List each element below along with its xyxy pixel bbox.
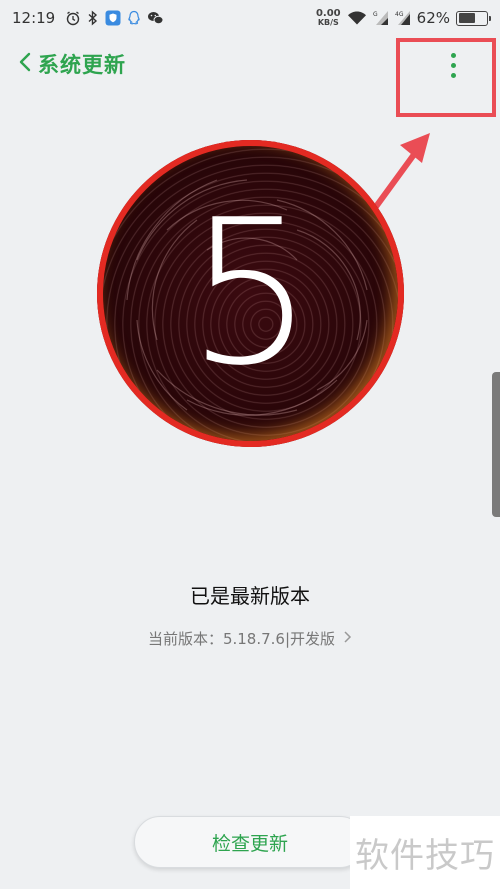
battery-percent: 62%	[416, 9, 450, 27]
alarm-icon	[65, 10, 81, 26]
security-icon	[105, 10, 121, 26]
version-hero-graphic: 5	[97, 140, 404, 447]
status-time: 12:19	[12, 9, 56, 27]
net-speed: 0.00 KB/S	[315, 8, 341, 28]
svg-text:4G: 4G	[395, 11, 404, 18]
check-update-button[interactable]: 检查更新	[134, 816, 366, 868]
wifi-icon	[347, 10, 367, 26]
edge-scroll-handle[interactable]	[492, 372, 500, 517]
signal-icon: G	[373, 10, 389, 26]
current-version-row[interactable]: 当前版本：5.18.7.6|开发版	[0, 628, 500, 649]
qq-icon	[127, 10, 141, 26]
version-major-digit: 5	[186, 176, 315, 410]
svg-text:G: G	[373, 11, 378, 18]
back-chevron-icon	[18, 52, 32, 76]
chevron-right-icon	[343, 629, 352, 648]
annotation-highlight-box	[396, 38, 496, 117]
back-button[interactable]	[18, 52, 32, 76]
signal-4g-icon: 4G	[395, 10, 411, 26]
current-version-label: 当前版本：5.18.7.6|开发版	[147, 630, 336, 648]
update-status-title: 已是最新版本	[190, 584, 310, 608]
battery-icon	[456, 10, 491, 26]
bluetooth-icon	[87, 10, 99, 26]
page-title: 系统更新	[38, 53, 126, 77]
watermark: 软件技巧	[350, 816, 500, 889]
wechat-icon	[147, 10, 164, 26]
status-bar: 12:19 0.00 KB/S G 4G 62%	[0, 0, 500, 36]
